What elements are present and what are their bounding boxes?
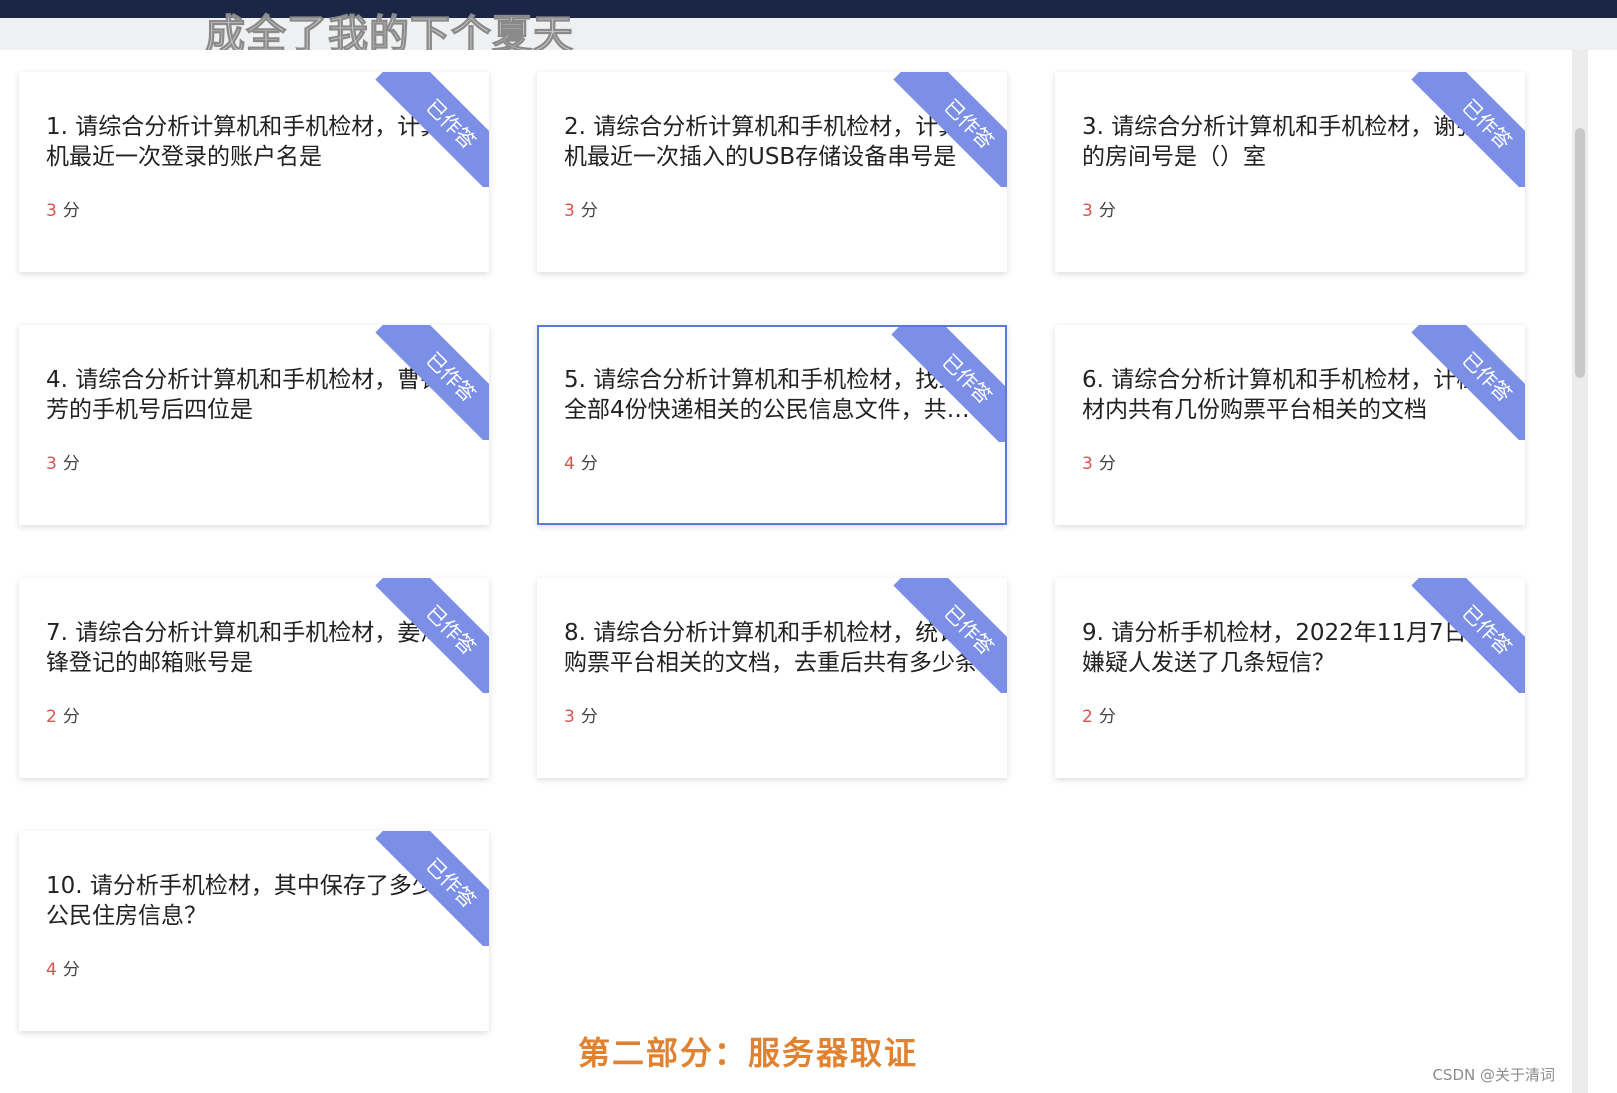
question-score: 3分	[1082, 196, 1116, 221]
answered-ribbon-label: 已作答	[893, 578, 1007, 693]
watermark: CSDN @关于清词	[1432, 1066, 1555, 1084]
answered-ribbon: 已作答	[374, 578, 489, 693]
question-card[interactable]: 2. 请综合分析计算机和手机检材，计算机最近一次插入的USB存储设备串号是 3 分已…	[537, 72, 1007, 272]
question-score: 3分	[46, 449, 80, 474]
score-value: 3	[1082, 201, 1093, 221]
answered-ribbon-label: 已作答	[893, 72, 1007, 187]
question-grid: 1. 请综合分析计算机和手机检材，计算机最近一次登录的账户名是 3 分已作答 2. 请…	[19, 72, 1525, 1031]
question-score: 3分	[46, 196, 80, 221]
score-unit: 分	[62, 707, 80, 727]
question-score: 4分	[564, 449, 598, 474]
score-value: 3	[46, 201, 57, 221]
answered-ribbon: 已作答	[1410, 72, 1525, 187]
question-list-panel: 1. 请综合分析计算机和手机检材，计算机最近一次登录的账户名是 3 分已作答 2. 请…	[0, 50, 1572, 1093]
score-value: 2	[46, 707, 57, 727]
answered-ribbon: 已作答	[1410, 578, 1525, 693]
answered-ribbon-label: 已作答	[375, 831, 489, 946]
score-value: 2	[1082, 707, 1093, 727]
question-score: 3分	[564, 196, 598, 221]
vertical-scrollbar[interactable]	[1572, 50, 1588, 1093]
question-card[interactable]: 4. 请综合分析计算机和手机检材，曹锦芳的手机号后四位是 3 分已作答	[19, 325, 489, 525]
answered-ribbon-label: 已作答	[375, 578, 489, 693]
answered-ribbon: 已作答	[892, 72, 1007, 187]
answered-ribbon-label: 已作答	[375, 72, 489, 187]
score-unit: 分	[62, 201, 80, 221]
score-value: 3	[1082, 454, 1093, 474]
score-value: 3	[46, 454, 57, 474]
answered-ribbon-label: 已作答	[1411, 325, 1525, 440]
answered-ribbon: 已作答	[892, 578, 1007, 693]
score-value: 4	[564, 454, 575, 474]
score-value: 3	[564, 201, 575, 221]
question-score: 3分	[564, 702, 598, 727]
question-card[interactable]: 8. 请综合分析计算机和手机检材，统计购票平台相关的文档，去重后共有多少条 3 分已…	[537, 578, 1007, 778]
score-unit: 分	[1098, 454, 1116, 474]
question-card[interactable]: 3. 请综合分析计算机和手机检材，谢弘的房间号是（）室 3 分已作答	[1055, 72, 1525, 272]
question-card[interactable]: 1. 请综合分析计算机和手机检材，计算机最近一次登录的账户名是 3 分已作答	[19, 72, 489, 272]
score-unit: 分	[62, 454, 80, 474]
question-card[interactable]: 5. 请综合分析计算机和手机检材，找到全部4份快递相关的公民信息文件，共有多少条…	[537, 325, 1007, 525]
answered-ribbon-label: 已作答	[891, 327, 1005, 442]
score-unit: 分	[580, 201, 598, 221]
answered-ribbon: 已作答	[1410, 325, 1525, 440]
section-title: 第二部分：服务器取证	[578, 1034, 919, 1072]
question-score: 4分	[46, 955, 80, 980]
score-unit: 分	[1098, 201, 1116, 221]
score-unit: 分	[62, 960, 80, 980]
answered-ribbon: 已作答	[374, 72, 489, 187]
score-unit: 分	[580, 454, 598, 474]
question-card[interactable]: 9. 请分析手机检材，2022年11月7日，嫌疑人发送了几条短信？ 2 分已作答	[1055, 578, 1525, 778]
score-value: 4	[46, 960, 57, 980]
answered-ribbon: 已作答	[890, 327, 1005, 442]
question-card[interactable]: 10. 请分析手机检材，其中保存了多少条公民住房信息？ 4 分已作答	[19, 831, 489, 1031]
question-score: 2分	[1082, 702, 1116, 727]
question-score: 2分	[46, 702, 80, 727]
question-card[interactable]: 7. 请综合分析计算机和手机检材，姜海锋登记的邮箱账号是 2 分已作答	[19, 578, 489, 778]
score-unit: 分	[580, 707, 598, 727]
answered-ribbon-label: 已作答	[1411, 72, 1525, 187]
score-unit: 分	[1098, 707, 1116, 727]
question-score: 3分	[1082, 449, 1116, 474]
answered-ribbon-label: 已作答	[375, 325, 489, 440]
question-card[interactable]: 6. 请综合分析计算机和手机检材，计检材内共有几份购票平台相关的文档 3 分已作答	[1055, 325, 1525, 525]
answered-ribbon-label: 已作答	[1411, 578, 1525, 693]
scrollbar-thumb[interactable]	[1575, 128, 1585, 378]
answered-ribbon: 已作答	[374, 325, 489, 440]
answered-ribbon: 已作答	[374, 831, 489, 946]
score-value: 3	[564, 707, 575, 727]
